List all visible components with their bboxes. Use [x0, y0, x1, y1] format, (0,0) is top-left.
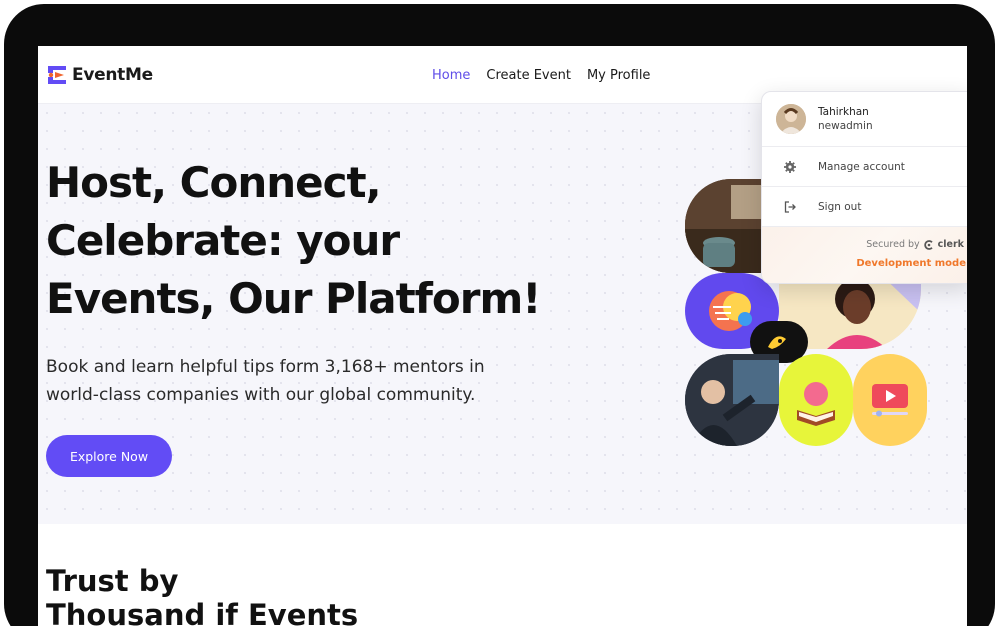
nav-home[interactable]: Home	[432, 68, 470, 83]
sign-out-icon	[762, 200, 818, 213]
nav-create-event[interactable]: Create Event	[486, 68, 571, 83]
sign-out-button[interactable]: Sign out	[762, 186, 967, 226]
coffee-photo	[685, 179, 769, 273]
trust-heading-line: Trust by	[46, 564, 179, 598]
trust-heading: Trust by Thousand if Events	[46, 564, 446, 626]
clerk-logo-icon	[923, 239, 933, 250]
brain-book-icon	[779, 354, 853, 446]
laptop-frame: EventMe Home Create Event My Profile Hos…	[4, 4, 995, 626]
brand-logo[interactable]: EventMe	[46, 64, 153, 86]
video-play-icon	[853, 354, 927, 446]
hero-title-line: Host, Connect,	[46, 158, 382, 207]
gear-icon	[762, 160, 818, 173]
manage-account-label: Manage account	[818, 160, 905, 173]
hero-title-line: Celebrate: your	[46, 216, 400, 265]
hero-subtitle-line: world-class companies with our global co…	[46, 385, 476, 405]
secured-by-badge: Secured by clerk	[866, 239, 964, 250]
brand-name: EventMe	[72, 65, 153, 85]
sign-out-label: Sign out	[818, 200, 862, 213]
secured-by-label: Secured by	[866, 239, 920, 250]
popover-footer: Secured by clerk Development mode	[762, 226, 967, 283]
hero-subtitle-line: Book and learn helpful tips form 3,168+ …	[46, 357, 485, 377]
hero-title-line: Events, Our Platform!	[46, 274, 541, 323]
manage-account-button[interactable]: Manage account	[762, 146, 967, 186]
development-mode-label: Development mode	[856, 258, 966, 269]
user-handle: newadmin	[818, 120, 873, 132]
nav-my-profile[interactable]: My Profile	[587, 68, 650, 83]
user-identity: Tahirkhan newadmin	[776, 104, 873, 134]
user-name: Tahirkhan	[818, 106, 869, 118]
main-nav: Home Create Event My Profile	[432, 68, 650, 83]
browser-viewport: EventMe Home Create Event My Profile Hos…	[38, 46, 967, 626]
hero-subtitle: Book and learn helpful tips form 3,168+ …	[46, 353, 566, 409]
clerk-wordmark: clerk	[937, 239, 964, 250]
avatar	[776, 104, 806, 134]
eventme-logo-icon	[48, 66, 66, 84]
explore-now-button[interactable]: Explore Now	[46, 435, 172, 477]
hero-title: Host, Connect, Celebrate: your Events, O…	[46, 154, 606, 328]
trust-heading-line: Thousand if Events	[46, 598, 359, 626]
user-menu-popover: Tahirkhan newadmin Manage account Sign o…	[761, 91, 967, 284]
presenter-photo	[685, 354, 779, 446]
